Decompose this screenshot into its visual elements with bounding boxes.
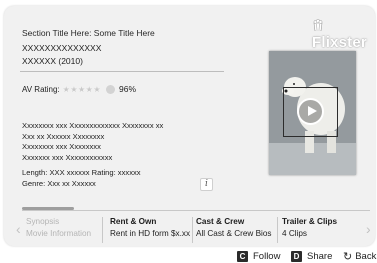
tab-subtitle: 4 Clips xyxy=(282,229,308,238)
header-divider xyxy=(20,71,224,72)
d-key-icon: D xyxy=(291,251,302,262)
tabs-next-icon[interactable]: › xyxy=(366,221,371,237)
tab-divider-line xyxy=(22,210,370,211)
tab-strip: Synopsis Movie Information Rent & Own Re… xyxy=(18,207,370,245)
footer-back[interactable]: ↻ Back xyxy=(343,250,376,263)
tab-separator xyxy=(102,217,103,243)
tab-title: Trailer & Clips xyxy=(282,217,338,226)
tab-subtitle: Movie Information xyxy=(26,229,92,238)
movie-title: XXXXXXXXXXXXXX xyxy=(22,43,102,53)
tab-synopsis[interactable]: Synopsis Movie Information xyxy=(22,216,102,246)
footer-share[interactable]: D Share xyxy=(291,250,332,263)
length-rating-line: Length: XXX xxxxxx Rating: xxxxxx xyxy=(22,168,141,177)
tab-trailer-clips[interactable]: Trailer & Clips 4 Clips xyxy=(278,216,364,246)
footer-follow[interactable]: C Follow xyxy=(237,250,280,263)
cast-line: Xxxxxxx xxx Xxxxxxxxxxxx xyxy=(22,152,113,162)
cast-line: Xxx xx Xxxxxx Xxxxxxxx xyxy=(22,131,105,141)
c-key-icon: C xyxy=(237,251,248,262)
section-title: Section Title Here: Some Title Here xyxy=(22,28,155,38)
flixster-logo: Flixster xyxy=(312,17,377,51)
tab-rent-own[interactable]: Rent & Own Rent in HD form $x.xx xyxy=(106,216,194,246)
audience-score: 96% xyxy=(119,84,137,94)
tab-title: Rent & Own xyxy=(110,217,157,226)
av-rating-row: AV Rating: ★★★★★ 96% xyxy=(22,83,136,95)
tab-subtitle: Rent in HD form $x.xx xyxy=(110,229,191,238)
star-rating: ★★★★★ xyxy=(62,84,102,94)
info-button[interactable]: i xyxy=(200,178,213,191)
logo-text: Flixster xyxy=(312,34,367,51)
tab-title: Synopsis xyxy=(26,217,60,226)
tomato-score-icon xyxy=(106,84,116,94)
follow-label: Follow xyxy=(253,251,281,262)
cast-line: Xxxxxxxx xxx Xxxxxxxxxxxxx Xxxxxxxx xx xyxy=(22,121,164,130)
av-rating-label: AV Rating: xyxy=(22,84,60,94)
trailer-poster[interactable] xyxy=(269,51,356,175)
share-label: Share xyxy=(307,251,333,262)
tab-title: Cast & Crew xyxy=(196,217,245,226)
movie-details: Length: XXX xxxxxx Rating: xxxxxx Genre:… xyxy=(22,168,141,189)
back-icon: ↻ xyxy=(343,251,353,263)
back-label: Back xyxy=(355,251,377,262)
cast-line: Xxxxxxxx xxx Xxxxxxxx xyxy=(22,142,101,152)
trailer-frame xyxy=(283,87,338,137)
tab-subtitle: All Cast & Crew Bios xyxy=(196,229,272,238)
tab-cast-crew[interactable]: Cast & Crew All Cast & Crew Bios xyxy=(192,216,277,246)
cast-list: Xxxxxxxx xxx Xxxxxxxxxxxxx Xxxxxxxx xx X… xyxy=(22,121,163,163)
popcorn-icon xyxy=(313,19,323,31)
genre-line: Genre: Xxx xx Xxxxxx xyxy=(22,178,96,188)
movie-subtitle: XXXXXX (2010) xyxy=(22,56,83,66)
play-icon[interactable] xyxy=(297,98,324,125)
